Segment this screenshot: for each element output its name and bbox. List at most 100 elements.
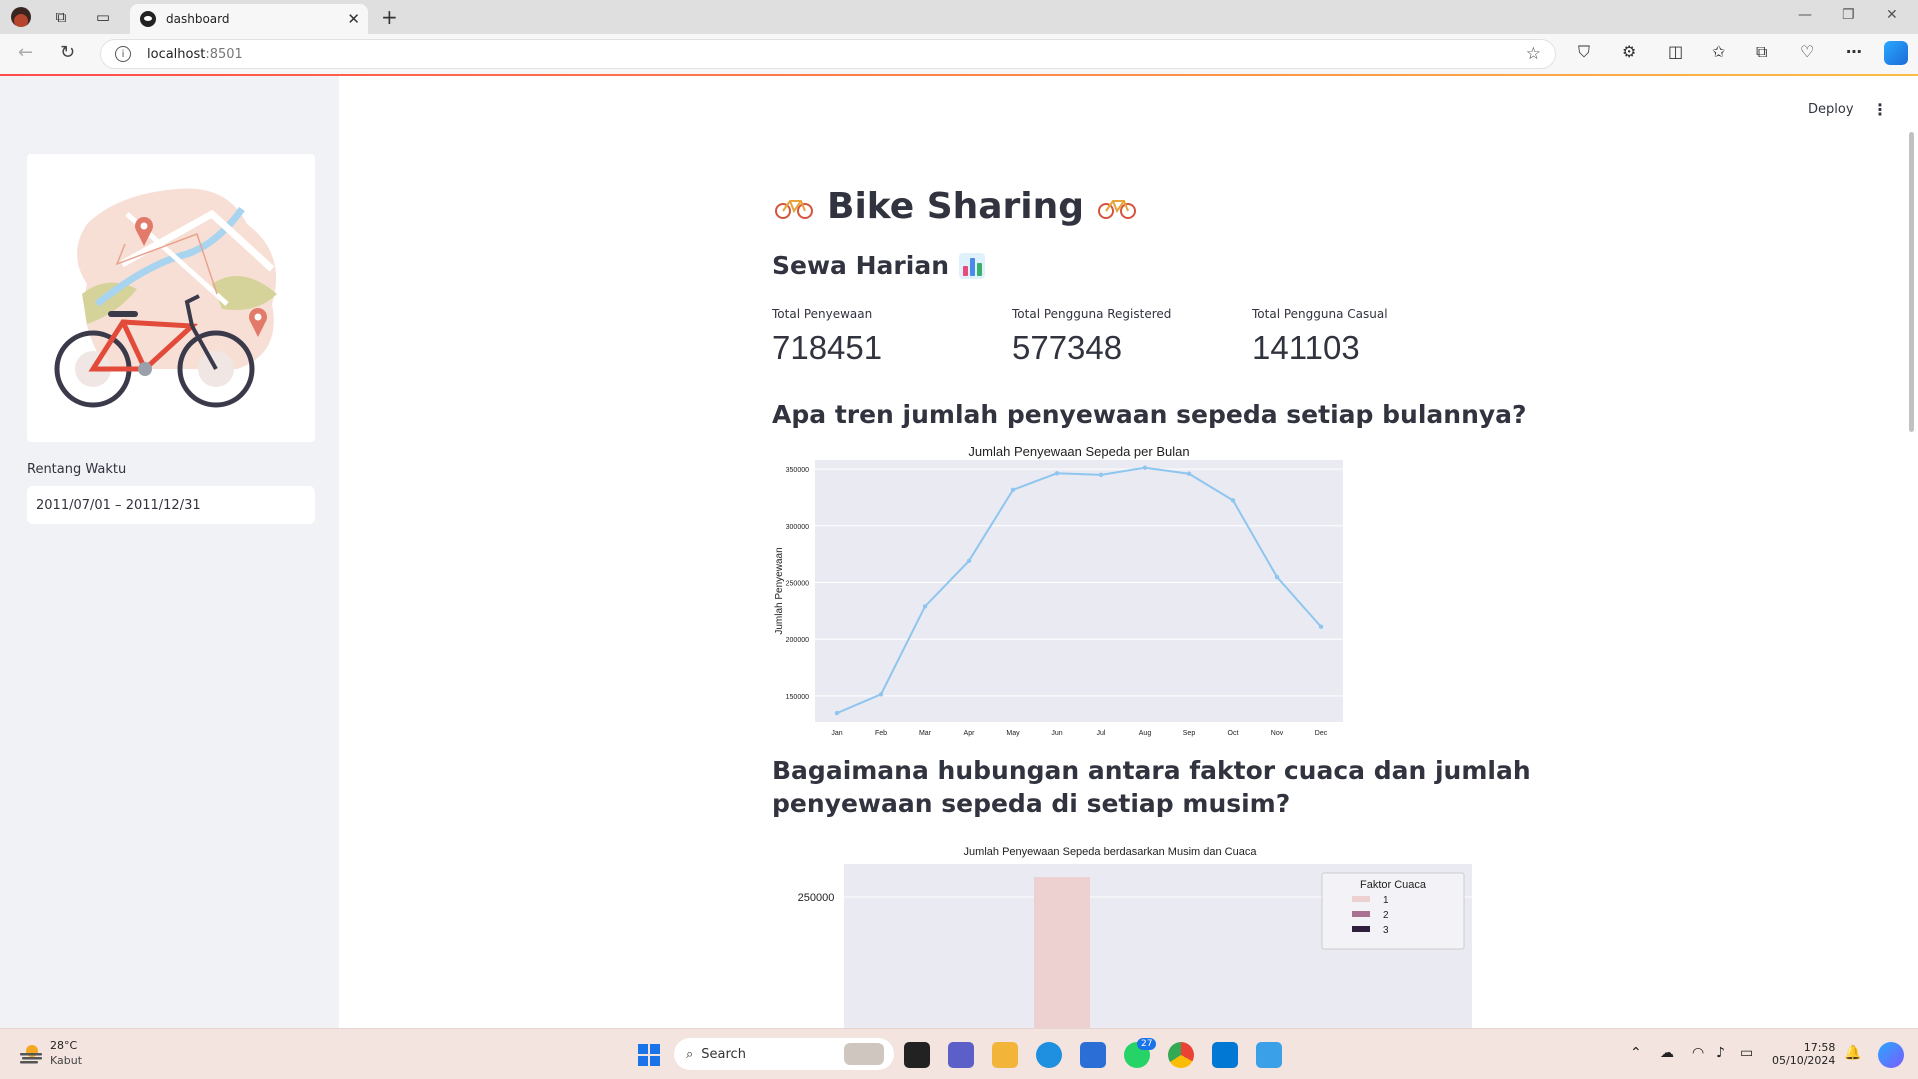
close-tab-icon[interactable]: ✕	[347, 10, 360, 28]
x-tick-label: Jun	[1051, 730, 1062, 737]
main-menu-icon[interactable]: ⋮	[1872, 100, 1888, 119]
close-window-button[interactable]: ✕	[1886, 7, 1898, 23]
extensions-icon[interactable]: ⚙	[1622, 42, 1636, 61]
browser-tab-dashboard[interactable]: dashboard ✕	[130, 4, 368, 34]
copilot-taskbar-icon[interactable]	[1878, 1042, 1904, 1068]
metric-value: 141103	[1252, 329, 1360, 366]
site-info-icon[interactable]: i	[115, 46, 131, 62]
notepad-icon[interactable]	[1256, 1042, 1282, 1068]
x-tick-label: Dec	[1315, 730, 1328, 737]
x-tick-label: Jan	[831, 730, 842, 737]
date-range-label: Rentang Waktu	[27, 462, 127, 477]
data-point-dec	[1318, 624, 1324, 629]
question-weather-season: Bagaimana hubungan antara faktor cuaca d…	[772, 754, 1531, 820]
windows-taskbar: 28°C Kabut ⌕ Search 27 ⌃ ☁ ◠ ♪ ▭ 17:58 0…	[0, 1028, 1918, 1079]
data-point-may	[1010, 487, 1016, 493]
file-explorer-icon[interactable]	[992, 1042, 1018, 1068]
data-point-nov	[1274, 574, 1280, 580]
sidebar: Rentang Waktu 2011/07/01 – 2011/12/31	[0, 76, 339, 1028]
workspaces-icon[interactable]: ⧉	[48, 5, 74, 29]
bicycle-icon	[775, 199, 813, 219]
page-title-text: Bike Sharing	[827, 186, 1085, 227]
favorite-star-icon[interactable]: ☆	[1526, 44, 1541, 64]
profile-avatar[interactable]	[8, 5, 34, 29]
x-tick-label: Jul	[1097, 730, 1106, 737]
taskbar-search[interactable]: ⌕ Search	[674, 1038, 894, 1070]
chevron-up-icon[interactable]: ⌃	[1630, 1045, 1642, 1061]
teams-icon[interactable]	[948, 1042, 974, 1068]
legend-title: Faktor Cuaca	[1360, 879, 1427, 891]
notification-bell-icon[interactable]: 🔔	[1844, 1045, 1861, 1061]
data-point-mar	[922, 604, 928, 609]
data-point-feb	[878, 692, 884, 697]
favorites-icon[interactable]: ✩	[1712, 42, 1725, 61]
weather-temp: 28°C	[50, 1039, 78, 1052]
back-icon[interactable]: ←	[18, 42, 33, 63]
wifi-icon[interactable]: ◠	[1692, 1045, 1704, 1061]
search-placeholder: Search	[701, 1046, 746, 1062]
question-monthly-trend: Apa tren jumlah penyewaan sepeda setiap …	[772, 400, 1527, 429]
scrollbar[interactable]	[1909, 132, 1914, 432]
vscode-icon[interactable]	[1212, 1042, 1238, 1068]
edge-icon[interactable]	[1036, 1042, 1062, 1068]
x-tick-label: Mar	[919, 730, 932, 737]
metric-casual-users: Total Pengguna Casual 141103	[1252, 307, 1388, 367]
metric-label: Total Pengguna Casual	[1252, 307, 1388, 321]
browser-tab-bar: ⧉ ▭ dashboard ✕ + — ❐ ✕	[0, 0, 1918, 34]
address-bar-row: ← ↻ i localhost:8501 ☆ ⛉ ⚙ ◫ ✩ ⧉ ♡ ⋯	[0, 34, 1918, 74]
clock-time: 17:58	[1803, 1041, 1836, 1054]
x-tick-label: Apr	[964, 730, 976, 737]
bar-chart-icon	[959, 252, 985, 279]
restore-button[interactable]: ❐	[1842, 7, 1855, 23]
volume-icon[interactable]: ♪	[1716, 1045, 1725, 1061]
y-tick-label: 250000	[786, 580, 809, 587]
bicycle-icon	[1098, 199, 1137, 219]
x-tick-label: Aug	[1139, 730, 1152, 737]
line-chart-svg: Jumlah Penyewaan Sepeda per Bulan 150000…	[774, 444, 1343, 737]
split-screen-icon[interactable]: ◫	[1668, 42, 1683, 61]
minimize-button[interactable]: —	[1798, 7, 1812, 23]
task-view-icon[interactable]	[904, 1042, 930, 1068]
data-point-aug	[1142, 465, 1148, 470]
whatsapp-badge: 27	[1137, 1038, 1157, 1050]
metric-value: 718451	[772, 329, 883, 366]
data-point-sep	[1186, 471, 1192, 476]
data-point-jan	[834, 710, 840, 716]
data-point-oct	[1230, 498, 1236, 503]
legend-label: 2	[1383, 910, 1389, 921]
data-point-jul	[1098, 472, 1104, 478]
weather-condition: Kabut	[50, 1054, 83, 1067]
refresh-icon[interactable]: ↻	[60, 42, 75, 63]
metric-label: Total Penyewaan	[772, 307, 873, 321]
vertical-tabs-icon[interactable]: ▭	[90, 5, 116, 29]
x-tick-label: Feb	[875, 730, 887, 737]
shield-icon[interactable]: ⛉	[1578, 42, 1590, 62]
season-weather-chart: Jumlah Penyewaan Sepeda berdasarkan Musi…	[772, 842, 1476, 1028]
system-clock[interactable]: 17:58 05/10/2024	[1772, 1041, 1835, 1067]
streamlit-favicon-icon	[140, 11, 156, 27]
battery-icon[interactable]: ▭	[1740, 1045, 1753, 1061]
legend-swatch	[1352, 911, 1370, 917]
subheader: Sewa Harian	[772, 251, 985, 280]
x-tick-label: May	[1006, 730, 1020, 737]
y-tick-label: 300000	[786, 524, 809, 531]
search-icon: ⌕	[686, 1046, 694, 1062]
new-tab-button[interactable]: +	[381, 5, 398, 29]
x-tick-label: Sep	[1183, 730, 1196, 737]
url-input[interactable]: i localhost:8501 ☆	[100, 39, 1556, 69]
deploy-button[interactable]: Deploy	[1808, 102, 1854, 117]
chrome-icon[interactable]	[1168, 1042, 1194, 1068]
onedrive-icon[interactable]: ☁	[1660, 1045, 1674, 1061]
y-tick-label: 250000	[798, 892, 835, 904]
copilot-icon[interactable]	[1884, 41, 1908, 65]
more-options-icon[interactable]: ⋯	[1846, 42, 1862, 61]
x-tick-label: Nov	[1271, 730, 1284, 737]
start-button[interactable]	[638, 1044, 660, 1066]
store-icon[interactable]	[1080, 1042, 1106, 1068]
fog-weather-icon	[20, 1045, 42, 1064]
date-range-input[interactable]: 2011/07/01 – 2011/12/31	[27, 486, 315, 524]
bar-chart-svg: Jumlah Penyewaan Sepeda berdasarkan Musi…	[798, 846, 1476, 1028]
legend-label: 3	[1383, 925, 1389, 936]
browser-essentials-icon[interactable]: ♡	[1800, 42, 1814, 61]
collections-icon[interactable]: ⧉	[1756, 42, 1767, 62]
